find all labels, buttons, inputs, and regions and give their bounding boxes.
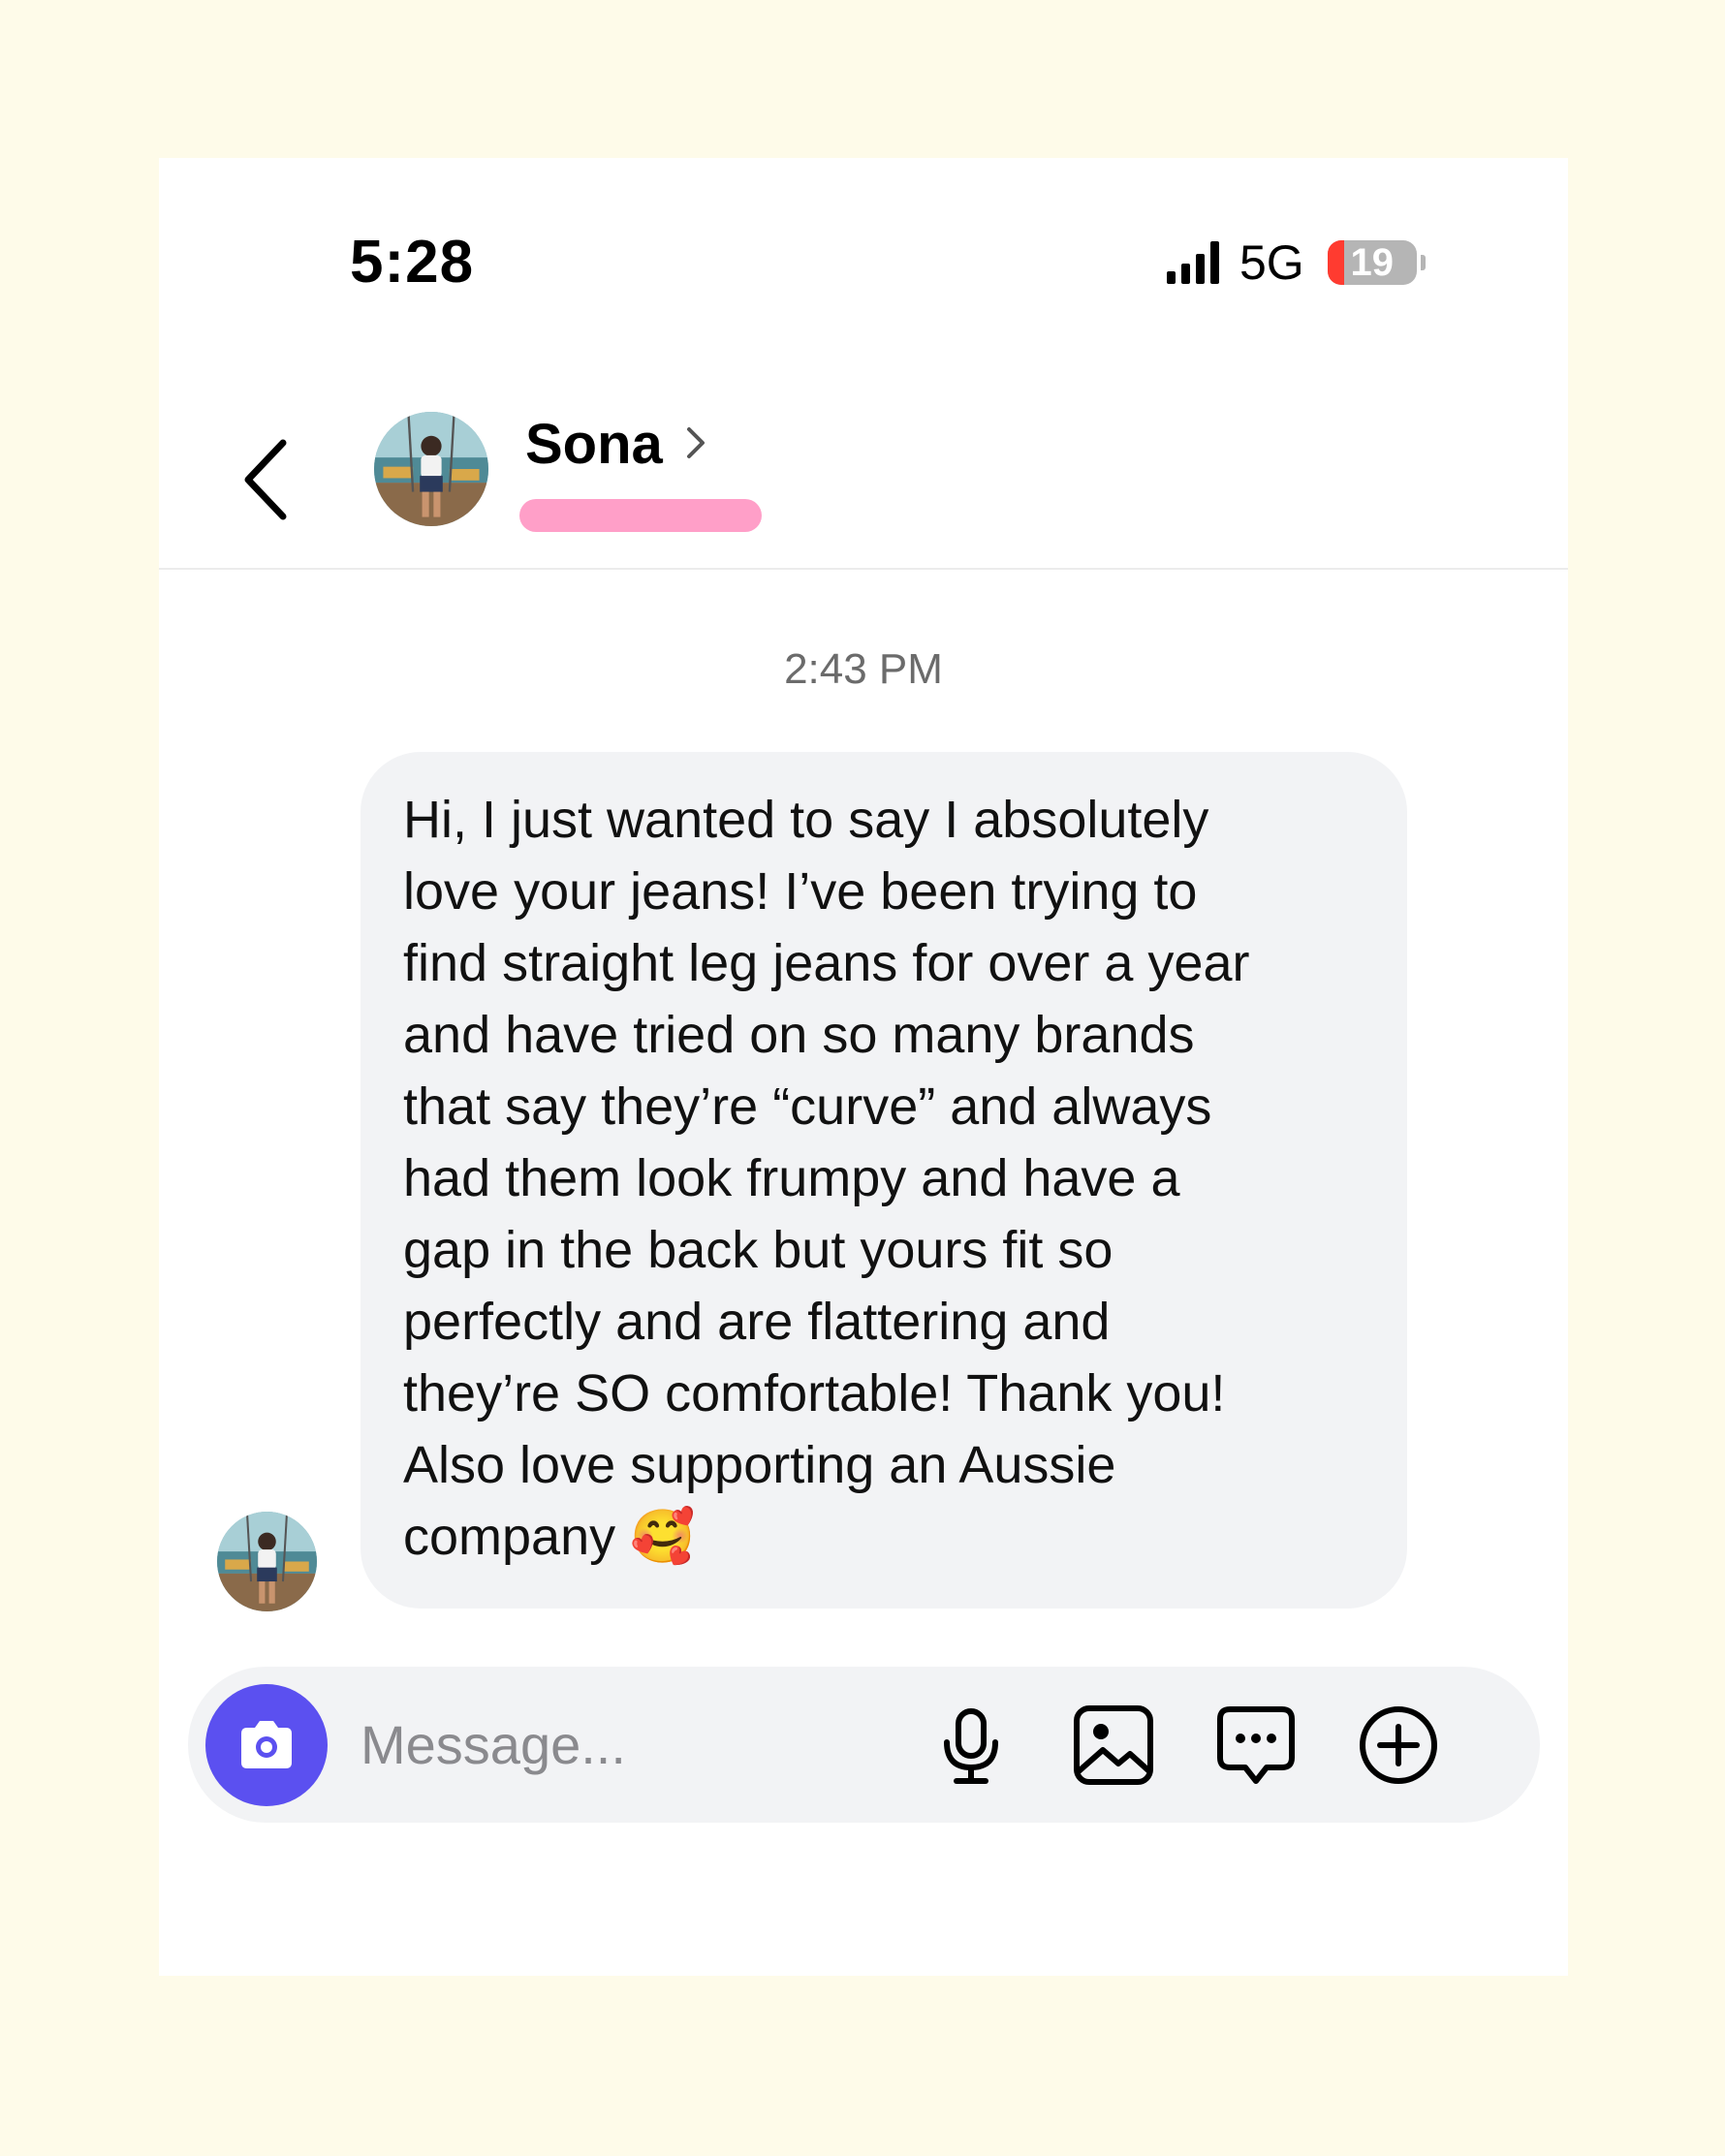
battery-level: 19 — [1350, 241, 1394, 284]
signal-strength-icon — [1167, 241, 1219, 284]
status-time: 5:28 — [350, 229, 475, 296]
message-text: Hi, I just wanted to say I absolutely lo… — [403, 791, 1250, 1566]
phone-screen: 5:28 5G 19 Sona 2:43 PM Hi, I just wante… — [159, 158, 1568, 1976]
sender-avatar[interactable] — [217, 1512, 317, 1611]
profile-photo — [374, 412, 488, 526]
microphone-icon — [944, 1708, 998, 1784]
back-button[interactable] — [238, 431, 297, 528]
profile-photo — [217, 1512, 317, 1611]
message-input[interactable] — [361, 1696, 903, 1793]
message-composer — [188, 1667, 1540, 1823]
chevron-left-icon — [244, 439, 287, 520]
header-divider — [159, 568, 1568, 570]
redacted-username — [519, 499, 762, 532]
plus-circle-icon — [1360, 1706, 1437, 1784]
message-timestamp: 2:43 PM — [784, 645, 943, 693]
avatar[interactable] — [374, 412, 488, 526]
camera-button[interactable] — [205, 1684, 328, 1806]
camera-icon — [241, 1721, 292, 1768]
chat-bubble-icon — [1217, 1706, 1295, 1784]
image-icon — [1074, 1705, 1153, 1785]
message-bubble[interactable]: Hi, I just wanted to say I absolutely lo… — [361, 752, 1407, 1609]
battery-icon: 19 — [1327, 240, 1417, 285]
contact-name[interactable]: Sona — [525, 412, 663, 477]
network-type: 5G — [1239, 235, 1304, 290]
add-button[interactable] — [1357, 1703, 1440, 1787]
gallery-button[interactable] — [1072, 1703, 1155, 1787]
sticker-button[interactable] — [1214, 1703, 1298, 1787]
microphone-button[interactable] — [929, 1703, 1013, 1787]
status-indicators: 5G 19 — [1167, 235, 1426, 290]
chevron-right-icon[interactable] — [682, 422, 709, 464]
battery-tip — [1420, 255, 1426, 270]
